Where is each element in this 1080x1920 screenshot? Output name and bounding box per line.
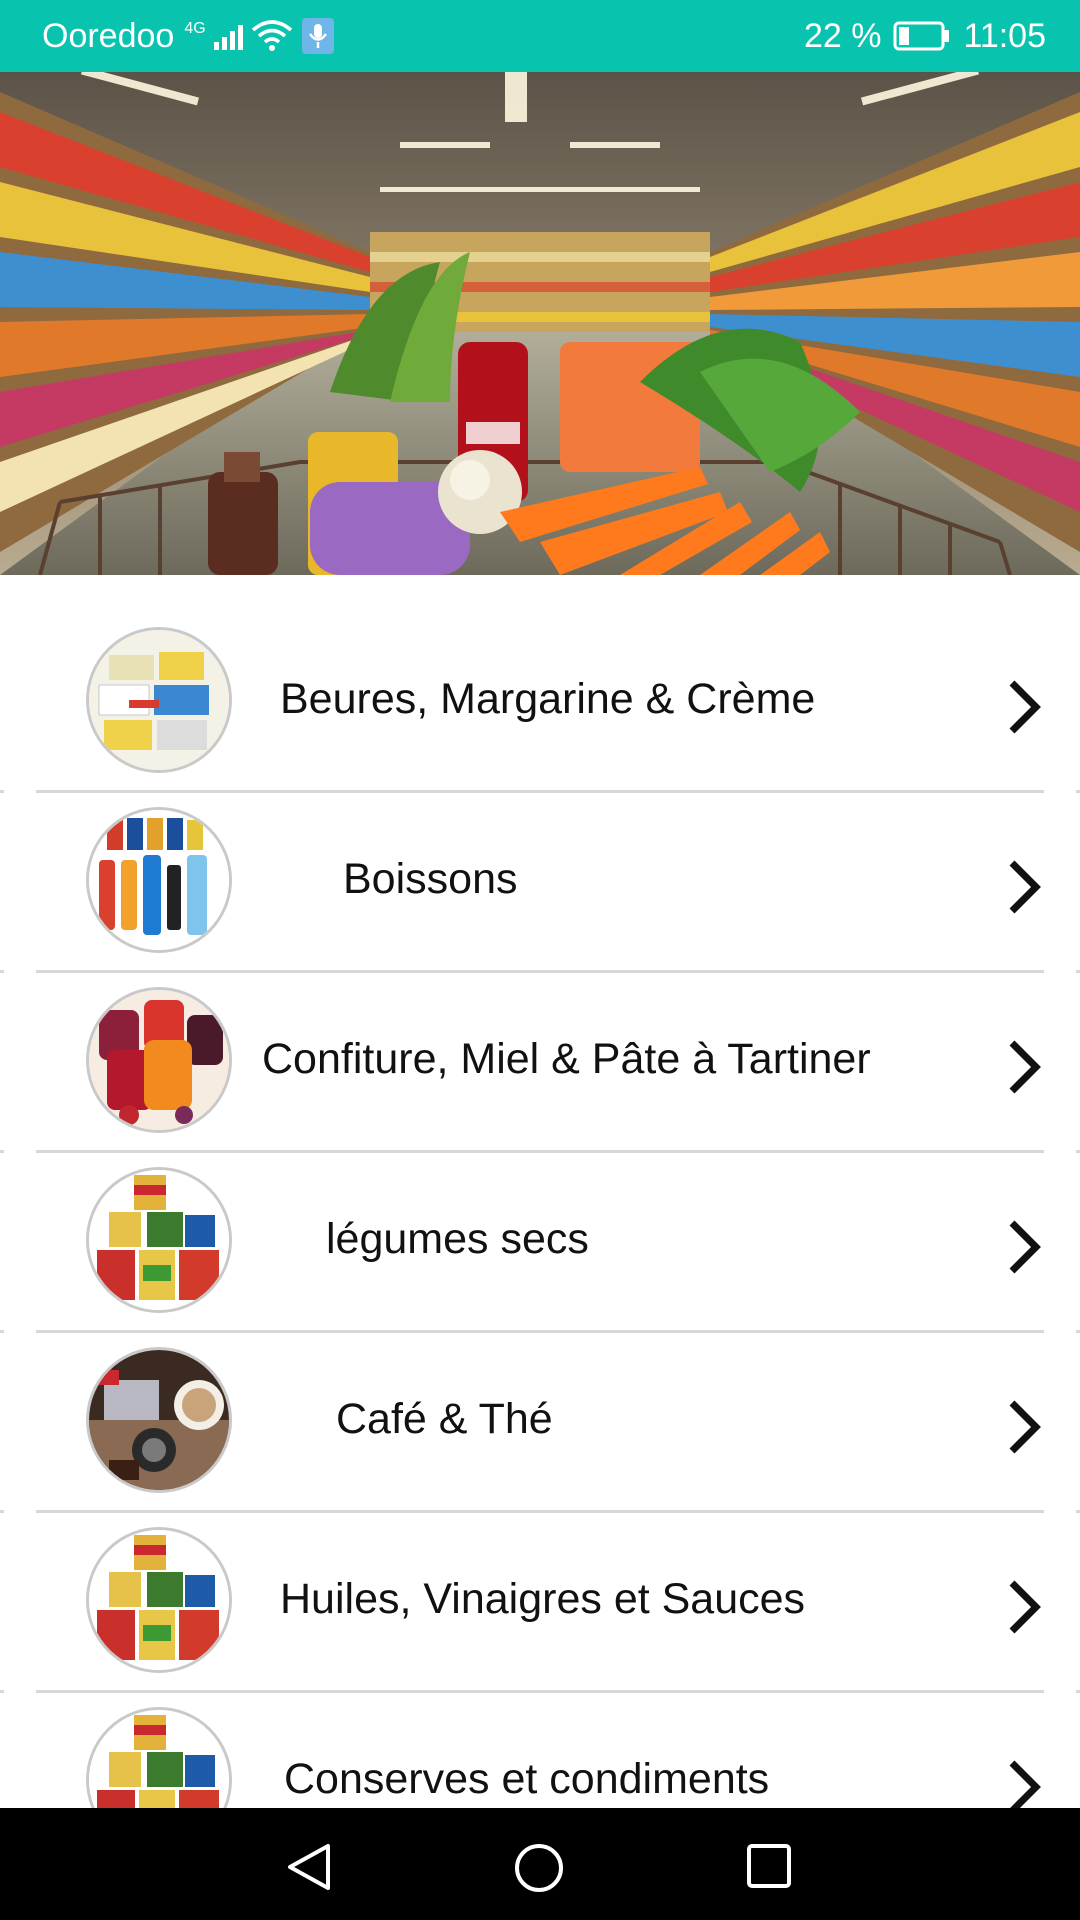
mic-notification-icon [301, 18, 334, 54]
category-row-confiture[interactable]: Confiture, Miel & Pâte à Tartiner [0, 935, 1080, 1153]
category-row-huiles[interactable]: Huiles, Vinaigres et Sauces [0, 1475, 1080, 1693]
coffee-tea-thumbnail [86, 1347, 232, 1493]
home-circle-icon[interactable] [513, 1842, 565, 1894]
jam-honey-thumbnail [86, 987, 232, 1133]
oils-sauces-thumbnail [86, 1527, 232, 1673]
canned-goods-thumbnail [86, 1167, 232, 1313]
status-right: 22 % 11:05 [804, 17, 1046, 56]
battery-percent: 22 % [803, 16, 882, 55]
preserves-thumbnail [86, 1707, 232, 1808]
chevron-right-icon [1009, 680, 1041, 734]
category-label: Beures, Margarine & Crème [280, 675, 816, 723]
status-bar: Ooredoo 4G 22 % 11:05 [0, 0, 1080, 72]
status-left: Ooredoo 4G [42, 17, 335, 56]
butter-products-thumbnail [86, 627, 232, 773]
chevron-right-icon [1009, 1400, 1041, 1454]
chevron-right-icon [1009, 860, 1041, 914]
wifi-icon [251, 20, 292, 51]
chevron-right-icon [1009, 1040, 1041, 1094]
category-row-cafe-the[interactable]: Café & Thé [0, 1295, 1080, 1513]
battery-icon [893, 21, 950, 51]
clock: 11:05 [963, 16, 1046, 55]
chevron-right-icon [1009, 1220, 1041, 1274]
recents-square-icon[interactable] [745, 1842, 793, 1890]
category-label: Café & Thé [336, 1395, 553, 1443]
signal-icon [213, 22, 243, 50]
category-label: Huiles, Vinaigres et Sauces [280, 1575, 806, 1623]
category-label: Confiture, Miel & Pâte à Tartiner [262, 1035, 871, 1083]
system-nav-bar [0, 1808, 1080, 1920]
category-row-conserves[interactable]: Conserves et condiments [0, 1655, 1080, 1808]
category-list: Beures, Margarine & Crème Boissons Confi… [0, 575, 1080, 1808]
category-row-beures[interactable]: Beures, Margarine & Crème [0, 575, 1080, 793]
category-row-boissons[interactable]: Boissons [0, 755, 1080, 973]
carrier-name: Ooredoo [42, 16, 175, 55]
category-label: légumes secs [326, 1215, 589, 1263]
banner-image [0, 72, 1080, 575]
category-label: Conserves et condiments [284, 1755, 770, 1803]
category-label: Boissons [343, 855, 518, 903]
category-row-legumes-secs[interactable]: légumes secs [0, 1115, 1080, 1333]
chevron-right-icon [1009, 1760, 1041, 1808]
network-type: 4G [184, 20, 206, 37]
chevron-right-icon [1009, 1580, 1041, 1634]
drinks-thumbnail [86, 807, 232, 953]
supermarket-cart-illustration [0, 72, 1080, 575]
back-triangle-icon[interactable] [284, 1842, 334, 1892]
